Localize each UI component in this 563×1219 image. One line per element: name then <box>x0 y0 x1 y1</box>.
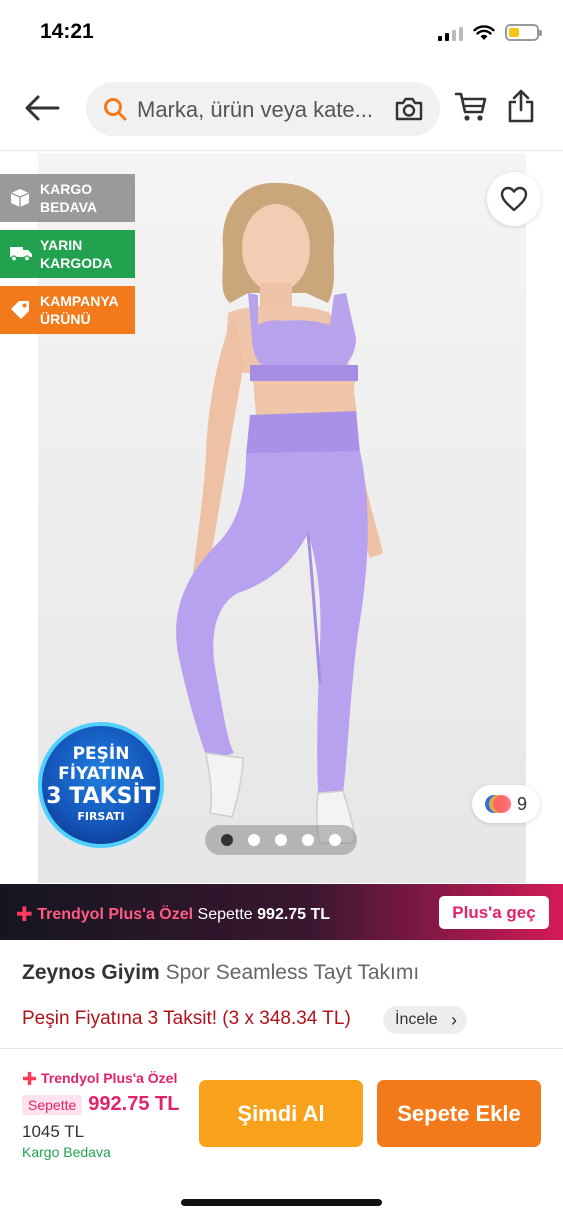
color-options-count: 9 <box>516 793 527 814</box>
back-button[interactable] <box>22 92 62 124</box>
cart-price: 992.75 TL <box>88 1093 180 1115</box>
badge-free-shipping-line1: KARGO <box>40 181 93 197</box>
badge-free-shipping: KARGO BEDAVA <box>0 174 135 222</box>
plus-banner-text: ✚ Trendyol Plus'a Özel Sepette 992.75 TL <box>16 902 330 927</box>
heart-icon <box>500 186 528 212</box>
signal-icon <box>438 25 463 41</box>
header-divider <box>0 150 563 151</box>
badge-ships-tomorrow-line2: KARGODA <box>40 255 113 271</box>
truck-icon <box>10 247 32 262</box>
cart-icon <box>454 92 487 121</box>
box-icon <box>10 189 30 207</box>
badge-ships-tomorrow-line1: YARIN <box>40 237 83 253</box>
buy-now-button[interactable]: Şimdi Al <box>199 1080 363 1147</box>
color-options-button[interactable]: 9 <box>472 785 540 823</box>
search-input[interactable]: Marka, ürün veya kate... <box>86 82 440 136</box>
badge-ships-tomorrow: YARIN KARGODA <box>0 230 135 278</box>
product-name: Spor Seamless Tayt Takımı <box>165 961 420 984</box>
favorite-button[interactable] <box>487 172 541 226</box>
color-swatches-icon <box>484 795 511 813</box>
search-placeholder: Marka, ürün veya kate... <box>137 97 373 122</box>
seal-line2: FİYATINA <box>58 764 144 784</box>
plus-icon: ✚ <box>22 1069 38 1089</box>
seal-line3: 3 TAKSİT <box>46 784 156 809</box>
plus-special-text: Trendyol Plus'a Özel <box>40 1070 178 1086</box>
product-brand[interactable]: Zeynos Giyim <box>22 961 160 984</box>
share-icon <box>508 89 534 123</box>
share-button[interactable] <box>507 88 535 129</box>
home-indicator[interactable] <box>181 1199 382 1206</box>
plus-icon: ✚ <box>16 904 33 926</box>
back-arrow-icon <box>25 95 60 121</box>
battery-icon <box>505 24 542 41</box>
seal-line1: PEŞİN <box>72 744 130 764</box>
color-swatch <box>492 795 511 813</box>
cart-price-row: Sepette 992.75 TL <box>22 1093 179 1116</box>
status-bar: 14:21 <box>0 0 563 66</box>
plus-banner: ✚ Trendyol Plus'a Özel Sepette 992.75 TL… <box>0 884 563 940</box>
installment-info: Peşin Fiyatına 3 Taksit! (3 x 348.34 TL) <box>22 1008 351 1029</box>
chevron-right-icon: › <box>451 1010 457 1030</box>
add-to-cart-button[interactable]: Sepete Ekle <box>377 1080 541 1147</box>
plus-banner-price: 992.75 TL <box>257 906 331 923</box>
cart-price-tag: Sepette <box>22 1094 83 1115</box>
inspect-label: İncele <box>395 1011 438 1028</box>
image-pager[interactable] <box>205 825 357 855</box>
camera-icon[interactable] <box>394 95 424 123</box>
badge-campaign: KAMPANYA ÜRÜNÜ <box>0 286 135 334</box>
info-divider <box>0 1048 563 1049</box>
inspect-button[interactable]: İncele › <box>383 1006 467 1034</box>
cart-button[interactable] <box>454 90 488 129</box>
status-icons <box>438 24 542 41</box>
badge-campaign-line2: ÜRÜNÜ <box>40 311 91 327</box>
header: Marka, ürün veya kate... <box>0 76 563 142</box>
installment-seal: PEŞİN FİYATINA 3 TAKSİT FIRSATI <box>38 722 164 848</box>
seal-line4: FIRSATI <box>77 810 125 823</box>
plus-banner-label: Sepette <box>197 906 253 923</box>
plus-special-label: ✚ Trendyol Plus'a Özel <box>22 1069 177 1090</box>
regular-price: 1045 TL <box>22 1122 85 1141</box>
search-icon <box>104 98 127 121</box>
status-time: 14:21 <box>40 20 94 43</box>
pager-dot[interactable] <box>221 834 233 846</box>
wifi-icon <box>473 24 495 40</box>
badge-free-shipping-line2: BEDAVA <box>40 199 98 215</box>
pager-dot[interactable] <box>329 834 341 846</box>
badge-campaign-line1: KAMPANYA <box>40 293 119 309</box>
plus-upgrade-button[interactable]: Plus'a geç <box>439 896 549 929</box>
pager-dot[interactable] <box>248 834 260 846</box>
plus-banner-brand: Trendyol Plus'a Özel <box>37 906 194 923</box>
tag-icon <box>11 301 29 319</box>
pager-dot[interactable] <box>275 834 287 846</box>
pager-dot[interactable] <box>302 834 314 846</box>
product-title: Zeynos Giyim Spor Seamless Tayt Takımı <box>22 961 419 985</box>
free-shipping-label: Kargo Bedava <box>22 1144 111 1160</box>
